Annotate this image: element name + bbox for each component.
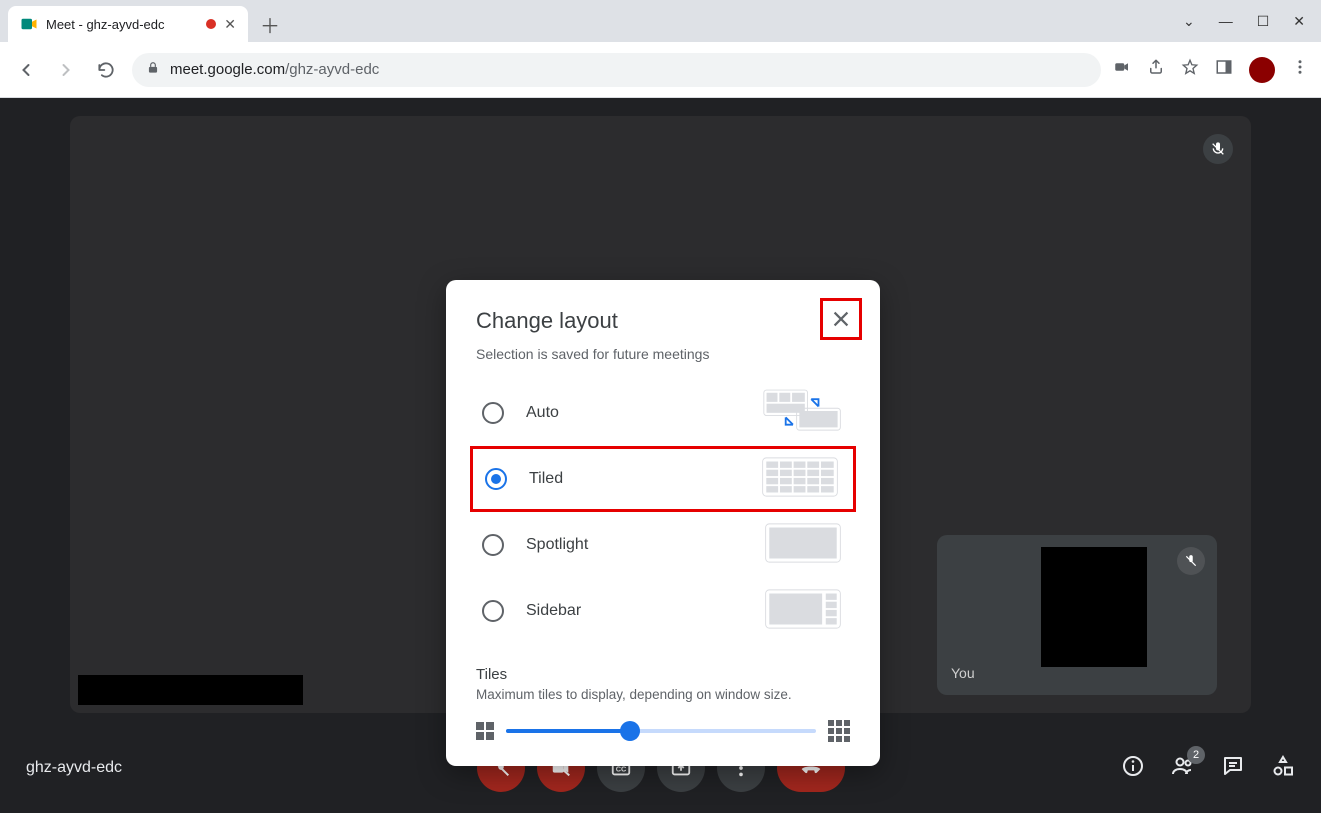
- tab-title: Meet - ghz-ayvd-edc: [46, 17, 165, 32]
- share-icon[interactable]: [1147, 58, 1165, 81]
- more-tiles-icon: [828, 720, 850, 742]
- meet-stage: You ghz-ayvd-edc CC 2: [0, 98, 1321, 813]
- participant-name-redacted: [78, 675, 303, 705]
- sidebar-preview-icon: [762, 586, 844, 637]
- bookmark-star-icon[interactable]: [1181, 58, 1199, 81]
- close-button-highlight: [820, 298, 862, 340]
- meeting-details-button[interactable]: [1121, 754, 1145, 783]
- slider-fill: [506, 729, 630, 733]
- window-controls: ⌄ — ☐ ✕: [1183, 0, 1313, 42]
- url-path: /ghz-ayvd-edc: [285, 61, 379, 78]
- option-label: Spotlight: [526, 536, 588, 554]
- radio-icon: [482, 600, 504, 622]
- minimize-icon[interactable]: —: [1219, 13, 1233, 29]
- camera-indicator-icon[interactable]: [1113, 58, 1131, 81]
- activities-button[interactable]: [1271, 754, 1295, 783]
- chat-button[interactable]: [1221, 754, 1245, 783]
- meet-favicon-icon: [20, 15, 38, 33]
- tab-close-icon[interactable]: ✕: [224, 16, 236, 33]
- tiles-heading: Tiles: [476, 666, 850, 683]
- profile-avatar[interactable]: [1249, 57, 1275, 83]
- radio-icon: [482, 402, 504, 424]
- browser-tab[interactable]: Meet - ghz-ayvd-edc ✕: [8, 6, 248, 42]
- change-layout-dialog: Change layout Selection is saved for fut…: [446, 280, 880, 766]
- address-bar: meet.google.com/ghz-ayvd-edc: [0, 42, 1321, 98]
- option-label: Sidebar: [526, 602, 581, 620]
- participant-mic-off-icon: [1203, 134, 1233, 164]
- participant-count-badge: 2: [1187, 746, 1205, 764]
- recording-dot-icon: [206, 19, 216, 29]
- forward-button[interactable]: [52, 56, 80, 84]
- option-label: Auto: [526, 404, 559, 422]
- browser-tab-strip: Meet - ghz-ayvd-edc ✕ ＋ ⌄ — ☐ ✕: [0, 0, 1321, 42]
- tiles-description: Maximum tiles to display, depending on w…: [476, 687, 850, 702]
- dialog-close-button[interactable]: [827, 305, 855, 333]
- people-button[interactable]: 2: [1171, 754, 1195, 783]
- slider-thumb-icon[interactable]: [620, 721, 640, 741]
- meeting-code: ghz-ayvd-edc: [26, 759, 122, 777]
- svg-text:CC: CC: [615, 765, 626, 774]
- kebab-menu-icon[interactable]: [1291, 58, 1309, 81]
- dialog-title: Change layout: [476, 308, 850, 334]
- layout-option-tiled[interactable]: Tiled: [470, 446, 856, 512]
- maximize-icon[interactable]: ☐: [1257, 13, 1270, 30]
- layout-option-spotlight[interactable]: Spotlight: [476, 512, 850, 578]
- fewer-tiles-icon: [476, 722, 494, 740]
- sidepanel-icon[interactable]: [1215, 58, 1233, 81]
- self-view-pip[interactable]: You: [937, 535, 1217, 695]
- dialog-subtitle: Selection is saved for future meetings: [476, 346, 850, 362]
- url-field[interactable]: meet.google.com/ghz-ayvd-edc: [132, 53, 1101, 87]
- layout-option-sidebar[interactable]: Sidebar: [476, 578, 850, 644]
- back-button[interactable]: [12, 56, 40, 84]
- auto-preview-icon: [762, 388, 844, 439]
- lock-icon: [146, 61, 160, 79]
- layout-option-auto[interactable]: Auto: [476, 380, 850, 446]
- option-label: Tiled: [529, 470, 563, 488]
- self-label: You: [951, 665, 975, 681]
- self-mic-off-icon: [1177, 547, 1205, 575]
- chevron-down-icon[interactable]: ⌄: [1183, 13, 1195, 30]
- reload-button[interactable]: [92, 56, 120, 84]
- url-domain: meet.google.com: [170, 61, 285, 78]
- new-tab-button[interactable]: ＋: [256, 10, 284, 38]
- spotlight-preview-icon: [762, 520, 844, 571]
- self-video-thumb: [1041, 547, 1147, 667]
- radio-icon: [485, 468, 507, 490]
- tiles-slider[interactable]: [506, 729, 816, 733]
- radio-icon: [482, 534, 504, 556]
- window-close-icon[interactable]: ✕: [1293, 13, 1305, 30]
- tiled-preview-icon: [759, 454, 841, 505]
